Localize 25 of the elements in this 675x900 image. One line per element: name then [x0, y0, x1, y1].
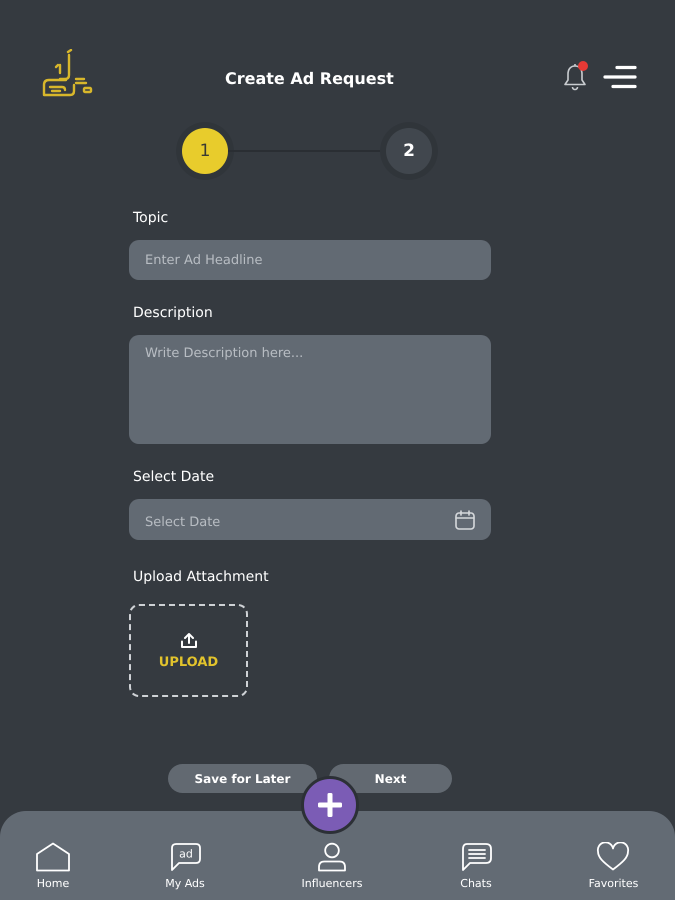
step-indicator: 1 [182, 128, 228, 174]
nav-item[interactable]: Chats [458, 842, 494, 891]
menu-icon[interactable] [603, 65, 637, 89]
field-label: Upload Attachment [133, 568, 269, 586]
calendar-icon[interactable] [454, 509, 476, 531]
field-label: Description [133, 304, 213, 322]
description-field[interactable]: Write Description here... [129, 335, 491, 444]
page-title: Create Ad Request [225, 68, 394, 88]
date-field[interactable]: Select Date [129, 499, 491, 540]
save-later-button[interactable]: Save for Later [168, 764, 317, 793]
upload-button[interactable]: UPLOAD [129, 604, 248, 697]
next-button[interactable]: Next [329, 764, 452, 793]
home-icon [35, 842, 71, 872]
upload-icon [180, 632, 198, 648]
plus-icon [318, 793, 342, 817]
step-indicator: 2 [386, 128, 432, 174]
field-label: Select Date [133, 468, 214, 486]
bell-icon[interactable] [563, 63, 587, 91]
nav-item[interactable]: ad My Ads [165, 842, 205, 891]
nav-item[interactable]: Influencers [302, 842, 362, 891]
heart-icon [595, 842, 632, 872]
field-label: Topic [133, 209, 168, 227]
nav-item[interactable]: Favorites [588, 842, 638, 891]
nav-item[interactable]: Home [35, 842, 71, 891]
text-field[interactable]: Enter Ad Headline [129, 240, 491, 280]
